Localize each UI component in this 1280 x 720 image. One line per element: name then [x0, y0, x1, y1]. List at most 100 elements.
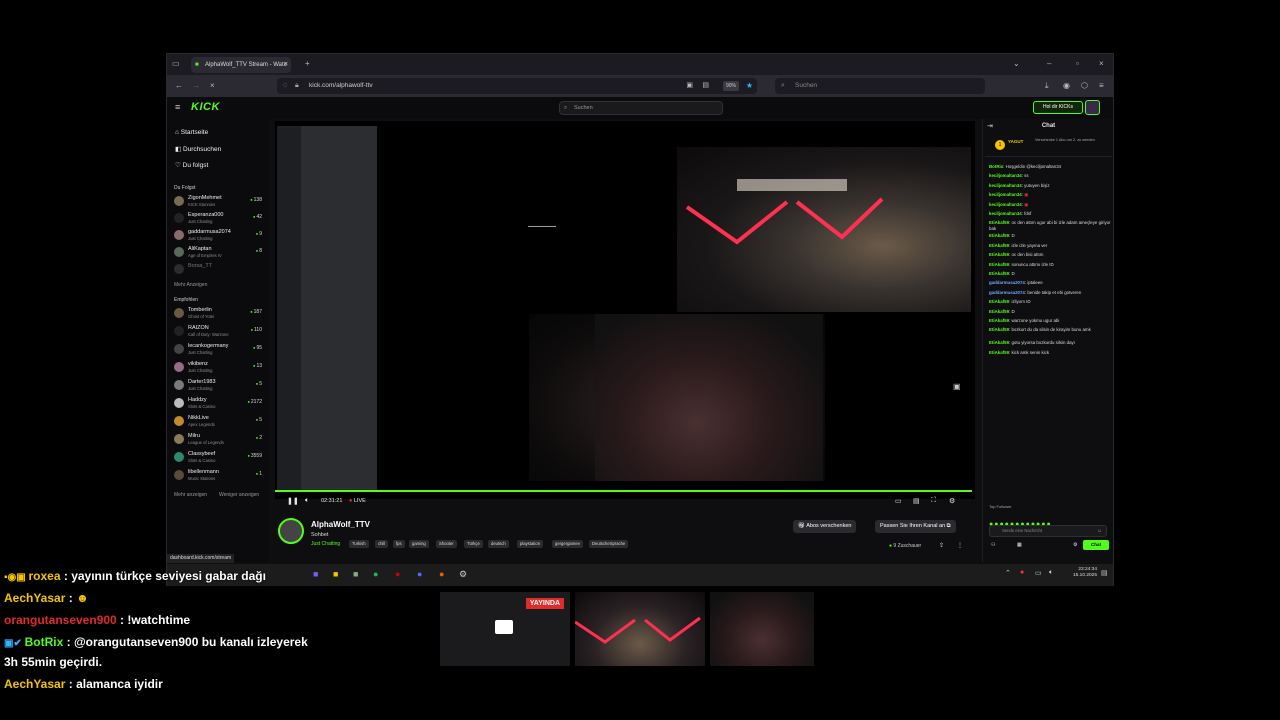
channel-item-offline[interactable]: Borsa_TT — [174, 262, 262, 278]
speaker-icon[interactable]: 🔈︎ — [1049, 569, 1053, 577]
chat-username[interactable]: EtiAkaf59 — [989, 252, 1009, 257]
tab-list-icon[interactable]: ▭ — [172, 59, 180, 69]
chat-username[interactable]: EtiAkaf59 — [989, 350, 1009, 355]
channel-avatar[interactable] — [278, 518, 304, 544]
search-field[interactable]: ⌕ Suchen — [775, 78, 985, 94]
more-options-icon[interactable]: ⋮ — [957, 542, 963, 549]
channel-item[interactable]: NikkLiveApex Legends 5 — [174, 414, 262, 430]
chat-username[interactable]: gaddarmusa2074 — [989, 280, 1025, 285]
tag-chip[interactable]: fps — [393, 540, 405, 548]
chat-username[interactable]: gaddarmusa2074 — [989, 290, 1025, 295]
tag-chip[interactable]: Turkish — [349, 540, 369, 548]
chat-username[interactable]: EtiAkaf59 — [989, 243, 1009, 248]
channel-item[interactable]: Esperanza000Just Chatting 42 — [174, 211, 262, 227]
lock-icon[interactable]: 🔒︎ — [295, 78, 299, 94]
back-icon[interactable]: ← — [175, 81, 183, 91]
app-red-icon[interactable]: ● — [395, 569, 400, 579]
forward-icon[interactable]: → — [192, 81, 200, 91]
tag-chip[interactable]: Shooter — [436, 540, 457, 548]
show-more-link[interactable]: Mehr Anzeigen — [174, 282, 207, 288]
clock[interactable]: 23:24:34 15.10.2025 — [1065, 567, 1097, 579]
tag-chip[interactable]: chill — [375, 540, 389, 548]
channel-item[interactable]: Darter1983Just Chatting 5 — [174, 378, 262, 394]
chat-username[interactable]: keciljomaltan34 — [989, 183, 1022, 188]
channel-item[interactable]: lecankogermanyJust Chatting 95 — [174, 342, 262, 358]
tag-chip[interactable]: gergergamee — [552, 540, 583, 548]
pause-icon[interactable]: ❚❚ — [287, 497, 299, 505]
bookmark-star-icon[interactable]: ★ — [746, 78, 753, 94]
app-gear-icon[interactable]: ⚙ — [459, 569, 467, 580]
customize-channel-button[interactable]: Passen Sie Ihren Kanal an ⧉ — [875, 520, 956, 533]
volume-icon[interactable]: 🔈︎ — [305, 497, 309, 505]
chat-username[interactable]: keciljomaltan34 — [989, 202, 1022, 207]
get-kicks-button[interactable]: Hol dir KICKs — [1033, 101, 1083, 114]
clip-icon[interactable]: ▤ — [913, 497, 920, 505]
sidebar-item-browse[interactable]: ◧ Durchsuchen — [175, 145, 221, 153]
stop-loading-icon[interactable]: × — [210, 81, 215, 91]
channel-item[interactable]: vikibenzJust Chatting 13 — [174, 360, 262, 376]
channel-item[interactable]: MilruLeague of Legends 2 — [174, 432, 262, 448]
chat-username[interactable]: EtiAkaf59 — [989, 309, 1009, 314]
firefox-icon[interactable]: ● — [439, 569, 444, 579]
minimize-icon[interactable]: – — [1047, 59, 1051, 69]
chat-username[interactable]: EtiAkaf59 — [989, 233, 1009, 238]
chat-username[interactable]: EtiAkaf59 — [989, 299, 1009, 304]
chat-username[interactable]: EtiAkaf59 — [989, 340, 1009, 345]
tag-chip[interactable]: DeutscheSprache — [589, 540, 629, 548]
chat-settings-icon[interactable]: ⚙ — [1073, 542, 1077, 548]
theater-icon[interactable]: ▭ — [895, 497, 902, 505]
reader-view-icon[interactable]: ▣ — [686, 78, 693, 94]
tag-chip[interactable]: Türkçe — [464, 540, 483, 548]
shield-icon[interactable]: ◌ — [283, 78, 287, 94]
calendar-icon[interactable]: ▦ — [1017, 542, 1022, 548]
emoji-icon[interactable]: ☺ — [1097, 526, 1102, 536]
send-chat-button[interactable]: Chat — [1083, 540, 1109, 550]
discord-icon[interactable]: ● — [417, 569, 422, 579]
tray-chevron-icon[interactable]: ⌃ — [1005, 569, 1011, 577]
channel-item[interactable]: AliKaptanAge of Empires IV 8 — [174, 245, 262, 261]
maximize-icon[interactable]: ▫ — [1076, 59, 1079, 69]
screenshot-icon[interactable]: ▤ — [702, 78, 709, 94]
sidebar-item-home[interactable]: ⌂ Startseite — [175, 129, 208, 136]
chat-input[interactable]: Sende eine Nachricht ☺ — [989, 525, 1107, 537]
file-explorer-icon[interactable]: ■ — [333, 569, 338, 579]
channel-item[interactable]: libellenmannMusic Stations 1 — [174, 468, 262, 484]
channel-item[interactable]: RAIZONCall of Duty: Warzone 110 — [174, 324, 262, 340]
channel-item[interactable]: TomberlinGhost of Yotei 187 — [174, 306, 262, 322]
progress-bar[interactable] — [275, 490, 972, 492]
chat-username[interactable]: EtiAkaf59 — [989, 262, 1009, 267]
kick-search-input[interactable]: ⌕ Suchen — [559, 101, 723, 115]
tab-dropdown-icon[interactable]: ⌄ — [1013, 59, 1020, 69]
zoom-level[interactable]: 90% — [722, 81, 739, 91]
fullscreen-icon[interactable]: ⛶ — [931, 497, 936, 505]
mic-icon[interactable]: ● — [1020, 569, 1024, 576]
spotify-icon[interactable]: ● — [373, 569, 378, 579]
chat-username[interactable]: keciljomaltan34 — [989, 211, 1022, 216]
channel-item[interactable]: ClassybeefSlots & Casino 3559 — [174, 450, 262, 466]
tag-chip[interactable]: gaming — [409, 540, 429, 548]
show-less-link[interactable]: Weniger anzeigen — [219, 492, 259, 498]
settings-icon[interactable]: ⚙ — [949, 497, 955, 505]
pip-icon[interactable]: ▣ — [953, 382, 961, 391]
gift-subs-button[interactable]: 🎁︎ Abos verschenken — [793, 520, 857, 533]
share-icon[interactable]: ⇪ — [939, 542, 944, 549]
chat-username[interactable]: BotRix — [989, 164, 1003, 169]
sidebar-item-following[interactable]: ♡ Du folgst — [175, 161, 208, 169]
menu-icon[interactable]: ≡ — [1099, 81, 1104, 91]
tag-chip[interactable]: deutsch — [488, 540, 509, 548]
chat-username[interactable]: EtiAkaf59 — [989, 327, 1009, 332]
channel-item[interactable]: gaddarmusa2074Just Chatting 9 — [174, 228, 262, 244]
new-tab-icon[interactable]: + — [305, 59, 310, 69]
chat-username[interactable]: EtiAkaf59 — [989, 220, 1009, 225]
chat-username[interactable]: keciljomaltan34 — [989, 173, 1022, 178]
channel-item[interactable]: HaddzySlots & Casino 2172 — [174, 396, 262, 412]
stream-category[interactable]: Just Chatting — [311, 541, 340, 547]
store-icon[interactable]: ■ — [353, 569, 358, 579]
window-close-icon[interactable]: × — [1099, 59, 1104, 69]
browser-tab-active[interactable]: AlphaWolf_TTV Stream - Watc ■ × — [191, 57, 291, 73]
chat-username[interactable]: EtiAkaf59 — [989, 271, 1009, 276]
network-icon[interactable]: ▭ — [1035, 569, 1042, 577]
account-icon[interactable]: ◉ — [1063, 81, 1070, 91]
avatar[interactable] — [1085, 100, 1100, 115]
tab-close-icon[interactable]: × — [284, 57, 288, 73]
